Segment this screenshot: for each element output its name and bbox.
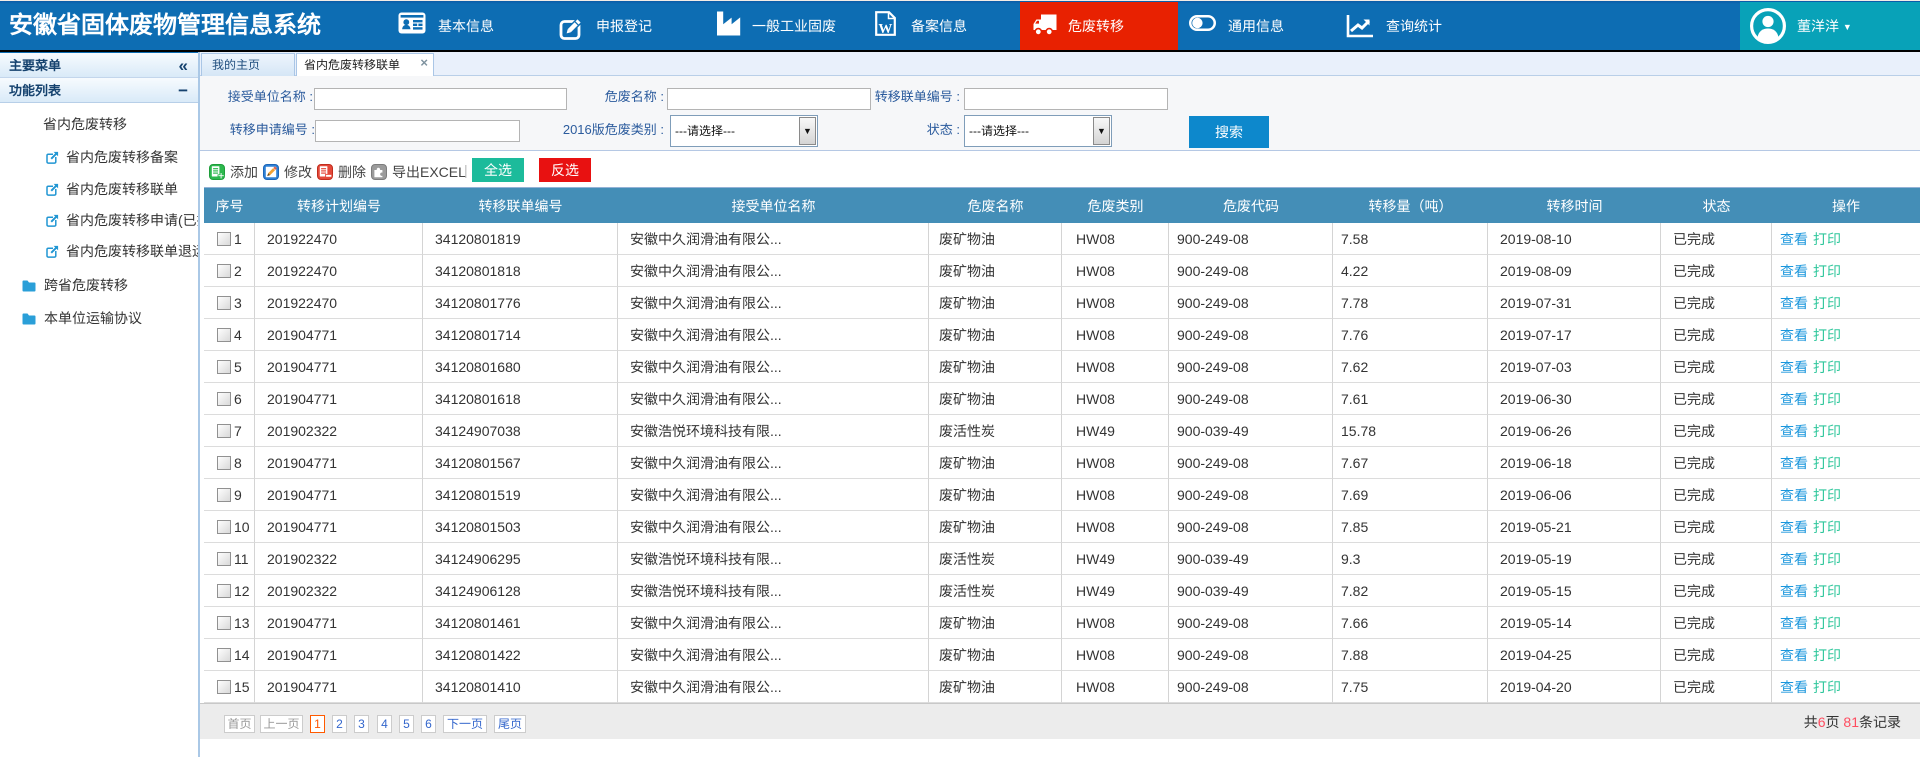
svg-text:W: W (878, 22, 892, 36)
